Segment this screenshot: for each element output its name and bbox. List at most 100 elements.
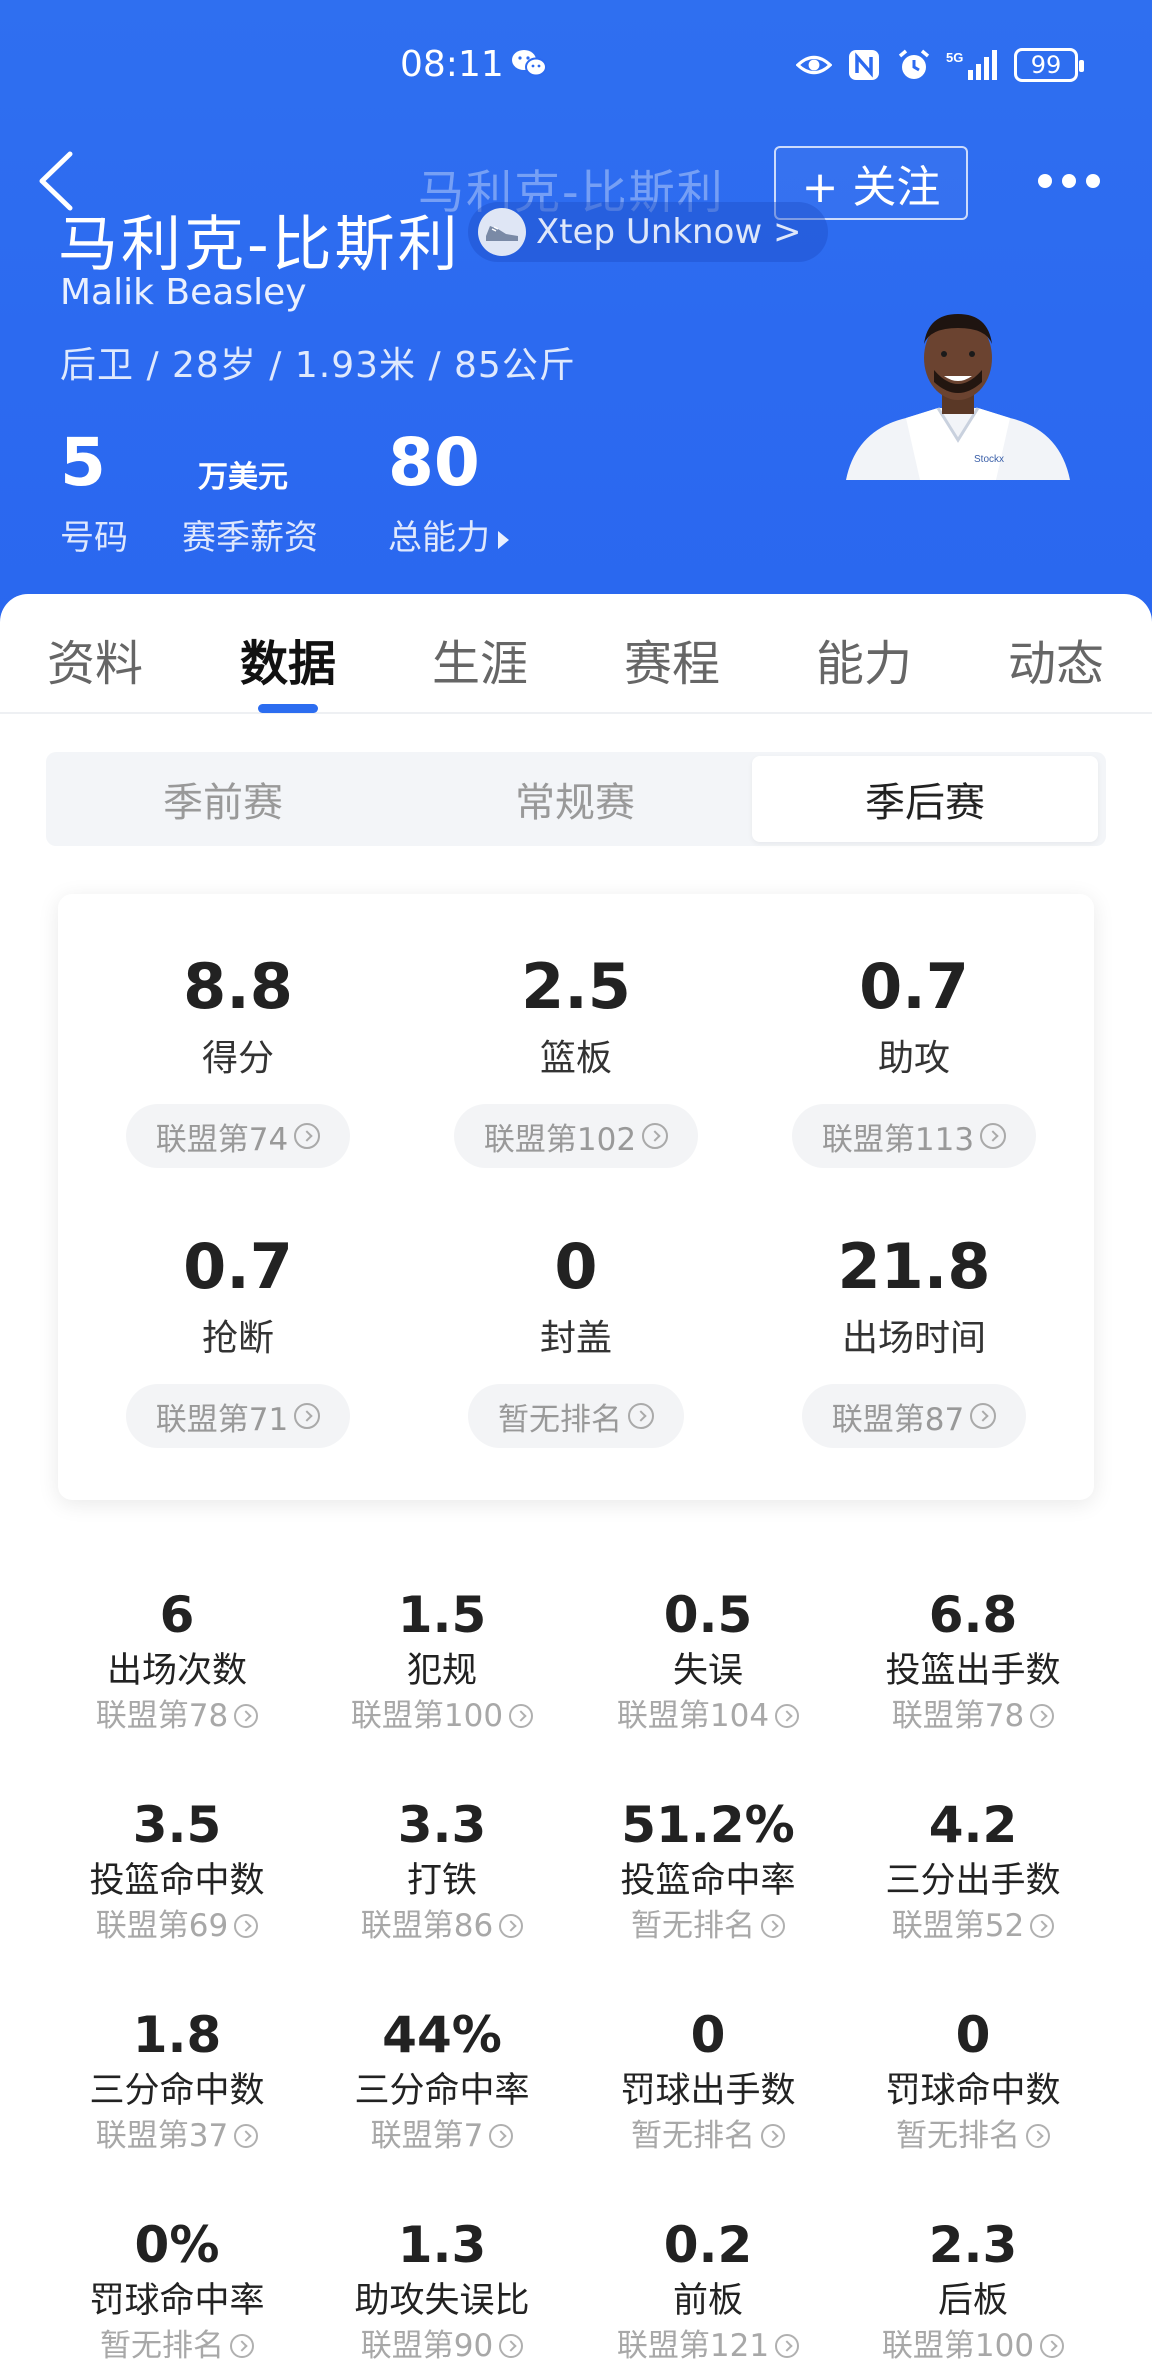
stat-rank: 暂无排名	[841, 2116, 1105, 2156]
rank-text: 联盟第71	[155, 1401, 289, 1438]
shoe-badge[interactable]: Xtep Unknow >	[468, 202, 828, 262]
stat-rank: 联盟第78	[841, 1696, 1105, 1736]
tab-news[interactable]: 动态	[991, 624, 1121, 694]
main-stat-blocks: 0 封盖 暂无排名	[446, 1228, 706, 1448]
status-time: 08:11	[400, 44, 504, 85]
chevron-circle-icon	[509, 1704, 534, 1728]
rank-pill[interactable]: 暂无排名	[468, 1384, 684, 1448]
detail-stat-fga[interactable]: 6.8 投篮出手数 联盟第78	[841, 1584, 1105, 1736]
nfc-icon	[849, 50, 879, 80]
tab-stats[interactable]: 数据	[223, 624, 353, 694]
stat-value: 0	[554, 1230, 598, 1303]
svg-text:Stockx: Stockx	[974, 454, 1004, 465]
main-stat-minutes: 21.8 出场时间 联盟第87	[784, 1228, 1044, 1448]
chevron-circle-icon	[1030, 1914, 1055, 1938]
detail-stat-fta[interactable]: 0 罚球出手数 暂无排名	[576, 2004, 840, 2156]
tab-schedule[interactable]: 赛程	[607, 624, 737, 694]
detail-stat-3pa[interactable]: 4.2 三分出手数 联盟第52	[841, 1794, 1105, 1946]
chevron-circle-icon	[294, 1123, 321, 1149]
rank-text: 联盟第87	[831, 1401, 965, 1438]
stat-label: 出场次数	[106, 1651, 247, 1691]
rank-text: 联盟第104	[616, 1698, 770, 1734]
stat-value: 6.8	[928, 1586, 1018, 1644]
overall-rating-label[interactable]: 总能力	[388, 510, 509, 559]
detail-stat-ast-to[interactable]: 1.3 助攻失误比 联盟第90	[310, 2214, 574, 2366]
stat-label: 投篮命中率	[620, 1861, 796, 1901]
detail-stat-ft-pct[interactable]: 0% 罚球命中率 暂无排名	[45, 2214, 309, 2366]
stat-value: 0.7	[859, 950, 969, 1023]
chevron-circle-icon	[642, 1123, 669, 1149]
rank-pill[interactable]: 联盟第71	[125, 1384, 351, 1448]
wechat-icon	[512, 50, 547, 77]
tab-ability[interactable]: 能力	[799, 624, 929, 694]
follow-button-label: + 关注	[801, 162, 941, 213]
detail-stat-ftm[interactable]: 0 罚球命中数 暂无排名	[841, 2004, 1105, 2156]
detail-stat-turnovers[interactable]: 0.5 失误 联盟第104	[576, 1584, 840, 1736]
rank-pill[interactable]: 联盟第113	[791, 1104, 1037, 1168]
stat-label: 得分	[201, 1038, 274, 1079]
rank-text: 联盟第78	[95, 1698, 229, 1734]
rank-pill[interactable]: 联盟第87	[801, 1384, 1027, 1448]
stat-label: 投篮命中数	[89, 1861, 265, 1901]
segment-preseason[interactable]: 季前赛	[50, 756, 396, 842]
detail-stat-dreb[interactable]: 2.3 后板 联盟第100	[841, 2214, 1105, 2366]
detail-stat-fgm[interactable]: 3.5 投篮命中数 联盟第69	[45, 1794, 309, 1946]
stat-label: 前板	[672, 2281, 743, 2321]
rank-pill[interactable]: 联盟第102	[453, 1104, 699, 1168]
segment-playoffs[interactable]: 季后赛	[752, 756, 1098, 842]
stat-label: 失误	[672, 1651, 743, 1691]
stat-rank: 联盟第100	[841, 2326, 1105, 2366]
detail-stat-3pm[interactable]: 1.8 三分命中数 联盟第37	[45, 2004, 309, 2156]
stat-label: 抢断	[201, 1318, 274, 1359]
tab-career[interactable]: 生涯	[415, 624, 545, 694]
alarm-icon	[898, 49, 930, 79]
player-header: 08:11 5G 99 马利克-比斯利 + 关注 马利克-比斯利 Xtep Un…	[0, 0, 1152, 640]
status-bar: 08:11 5G 99	[0, 40, 1152, 90]
chevron-circle-icon	[775, 2334, 800, 2358]
segment-regular-season[interactable]: 常规赛	[402, 756, 748, 842]
caret-right-icon	[498, 530, 509, 549]
chevron-circle-icon	[628, 1403, 654, 1429]
salary-label: 赛季薪资	[182, 518, 318, 558]
rank-text: 联盟第86	[360, 1908, 494, 1944]
signal-5g-icon: 5G	[946, 50, 997, 80]
tab-profile[interactable]: 资料	[30, 624, 160, 694]
rank-text: 联盟第90	[360, 2328, 494, 2364]
rank-text: 暂无排名	[631, 2118, 755, 2154]
stat-label: 罚球命中数	[885, 2071, 1061, 2111]
chevron-circle-icon	[761, 2124, 785, 2148]
stat-value: 0	[955, 2006, 991, 2064]
main-stat-points: 8.8 得分 联盟第74	[108, 948, 368, 1168]
stat-value: 44%	[382, 2006, 502, 2064]
rank-text: 联盟第74	[155, 1121, 289, 1158]
stat-value: 6	[159, 1586, 195, 1644]
chevron-circle-icon	[234, 1704, 259, 1728]
detail-stat-games[interactable]: 6 出场次数 联盟第78	[45, 1584, 309, 1736]
rank-text: 联盟第100	[881, 2328, 1035, 2364]
tab-bar: 资料 数据 生涯 赛程 能力 动态	[0, 594, 1152, 714]
rank-text: 暂无排名	[498, 1401, 622, 1438]
stat-value: 4.2	[928, 1796, 1018, 1854]
stat-value: 0.7	[183, 1230, 293, 1303]
chevron-circle-icon	[489, 2124, 514, 2148]
chevron-circle-icon	[761, 1914, 785, 1938]
chevron-circle-icon	[499, 2334, 524, 2358]
detail-stat-fg-pct[interactable]: 51.2% 投篮命中率 暂无排名	[576, 1794, 840, 1946]
more-options-icon[interactable]	[1036, 168, 1102, 194]
rank-text: 联盟第113	[821, 1121, 975, 1158]
detail-stat-3p-pct[interactable]: 44% 三分命中率 联盟第7	[310, 2004, 574, 2156]
stat-rank: 暂无排名	[576, 1906, 840, 1946]
stat-value: 3.5	[132, 1796, 222, 1854]
stat-label: 打铁	[406, 1861, 477, 1901]
chevron-circle-icon	[230, 2334, 254, 2358]
stat-label: 投篮出手数	[885, 1651, 1061, 1691]
detail-stat-missed[interactable]: 3.3 打铁 联盟第86	[310, 1794, 574, 1946]
shoe-label: Xtep Unknow >	[536, 212, 802, 252]
stat-label: 三分命中数	[89, 2071, 265, 2111]
detail-stat-fouls[interactable]: 1.5 犯规 联盟第100	[310, 1584, 574, 1736]
detail-stat-oreb[interactable]: 0.2 前板 联盟第121	[576, 2214, 840, 2366]
stat-value: 0.2	[663, 2216, 753, 2274]
main-stat-steals: 0.7 抢断 联盟第71	[108, 1228, 368, 1448]
stat-label: 犯规	[406, 1651, 477, 1691]
rank-pill[interactable]: 联盟第74	[125, 1104, 351, 1168]
